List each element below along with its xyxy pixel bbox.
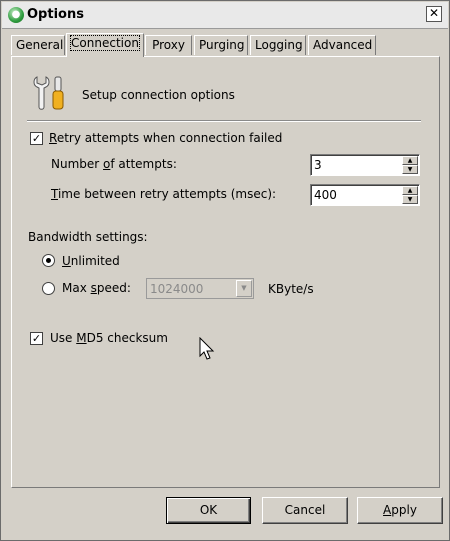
max-speed-value: 1024000 bbox=[150, 282, 204, 296]
tab-logging[interactable]: Logging bbox=[250, 35, 306, 55]
button-label: Cancel bbox=[284, 503, 326, 517]
label-part: ime between retry attempts (msec): bbox=[57, 187, 277, 201]
button-label: pply bbox=[391, 503, 417, 517]
tab-label: Purging bbox=[199, 38, 245, 52]
apply-button[interactable]: Apply bbox=[357, 497, 443, 524]
label-part: peed: bbox=[96, 281, 131, 295]
attempts-spin-buttons[interactable]: ▲ ▼ bbox=[402, 156, 418, 174]
app-icon: ● bbox=[8, 7, 24, 23]
label-mnemonic: M bbox=[76, 331, 87, 345]
unlimited-label[interactable]: Unlimited bbox=[62, 254, 120, 268]
spin-up-icon[interactable]: ▲ bbox=[402, 186, 418, 195]
checkmark-icon: ✓ bbox=[31, 332, 42, 345]
md5-checkbox[interactable]: ✓ bbox=[30, 332, 43, 345]
title-bar[interactable]: ● Options ✕ bbox=[2, 2, 448, 29]
label-part: Use bbox=[50, 331, 77, 345]
tab-label: Logging bbox=[255, 38, 303, 52]
interval-input[interactable] bbox=[314, 187, 392, 203]
label-part: Max bbox=[62, 281, 91, 295]
mouse-cursor-icon bbox=[199, 337, 215, 360]
spin-down-icon[interactable]: ▼ bbox=[402, 165, 418, 174]
retry-checkbox-label[interactable]: Retry attempts when connection failed bbox=[49, 131, 282, 145]
attempts-label: Number of attempts: bbox=[51, 157, 177, 171]
label-part: nlimited bbox=[70, 254, 120, 268]
label-part: Number bbox=[51, 157, 104, 171]
label-part: f attempts: bbox=[110, 157, 177, 171]
interval-spinner[interactable]: ▲ ▼ bbox=[310, 184, 420, 206]
label-part: etry attempts when connection failed bbox=[56, 131, 283, 145]
tab-advanced[interactable]: Advanced bbox=[308, 35, 376, 55]
attempts-spinner[interactable]: ▲ ▼ bbox=[310, 154, 420, 176]
tab-label: Proxy bbox=[152, 38, 185, 52]
tab-label: Advanced bbox=[313, 38, 373, 52]
label-part: D5 checksum bbox=[86, 331, 168, 345]
close-button[interactable]: ✕ bbox=[426, 6, 442, 22]
max-speed-label[interactable]: Max speed: bbox=[62, 281, 131, 295]
tab-general[interactable]: General bbox=[11, 35, 65, 55]
tab-connection[interactable]: Connection bbox=[66, 33, 144, 57]
separator bbox=[27, 120, 421, 122]
header-text: Setup connection options bbox=[82, 88, 235, 102]
speed-unit-label: KByte/s bbox=[268, 282, 314, 296]
window-title: Options bbox=[27, 7, 84, 22]
label-mnemonic: T bbox=[51, 187, 58, 201]
close-icon: ✕ bbox=[428, 6, 440, 20]
max-speed-combo[interactable]: 1024000 ▼ bbox=[146, 278, 254, 299]
chevron-down-icon[interactable]: ▼ bbox=[236, 280, 252, 297]
unlimited-radio[interactable] bbox=[42, 254, 55, 267]
bandwidth-group-label: Bandwidth settings: bbox=[28, 230, 148, 244]
radio-dot bbox=[46, 258, 51, 263]
max-speed-radio[interactable] bbox=[42, 282, 55, 295]
retry-checkbox[interactable]: ✓ bbox=[30, 132, 43, 145]
options-dialog: ● Options ✕ General Connection Proxy Pur… bbox=[0, 0, 450, 541]
spin-down-icon[interactable]: ▼ bbox=[402, 195, 418, 204]
attempts-input[interactable] bbox=[314, 157, 392, 173]
interval-label: Time between retry attempts (msec): bbox=[51, 187, 276, 201]
label-mnemonic: U bbox=[62, 254, 71, 268]
button-label: OK bbox=[199, 503, 218, 517]
tab-label: Connection bbox=[70, 35, 140, 51]
spin-up-icon[interactable]: ▲ bbox=[402, 156, 418, 165]
md5-checkbox-label[interactable]: Use MD5 checksum bbox=[50, 331, 168, 345]
label-mnemonic: R bbox=[49, 131, 57, 145]
interval-spin-buttons[interactable]: ▲ ▼ bbox=[402, 186, 418, 204]
checkmark-icon: ✓ bbox=[31, 132, 42, 145]
tab-proxy[interactable]: Proxy bbox=[145, 35, 192, 55]
tools-icon bbox=[33, 76, 64, 110]
tab-label: General bbox=[16, 38, 64, 52]
tab-purging[interactable]: Purging bbox=[194, 35, 248, 55]
cancel-button[interactable]: Cancel bbox=[262, 497, 348, 524]
ok-button[interactable]: OK bbox=[166, 497, 251, 524]
